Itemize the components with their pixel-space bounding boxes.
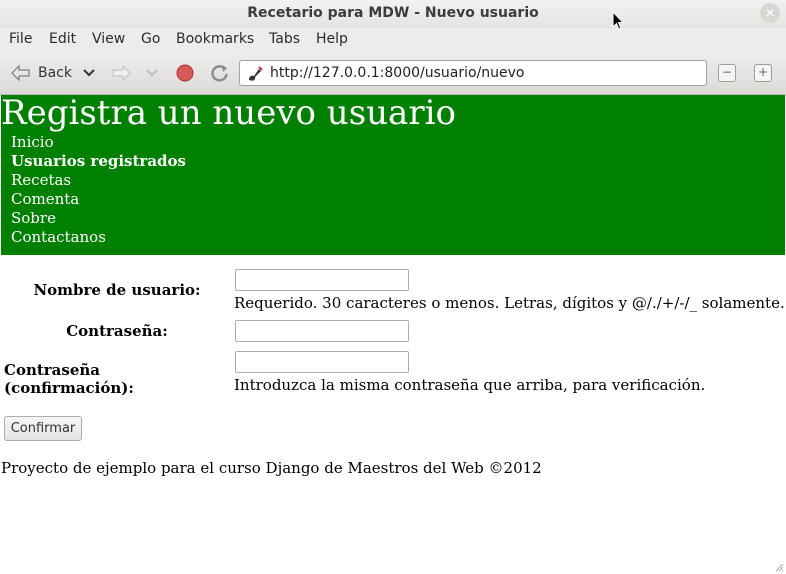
menu-go[interactable]: Go	[141, 31, 160, 47]
page-title: Registra un nuevo usuario	[1, 95, 456, 133]
nav-link-usuarios-registrados[interactable]: Usuarios registrados	[11, 152, 186, 171]
zoom-out-button[interactable]: −	[718, 64, 736, 82]
back-arrow-icon	[11, 64, 30, 82]
nav-link-recetas[interactable]: Recetas	[11, 171, 186, 190]
back-button[interactable]: Back	[10, 60, 72, 86]
username-label: Nombre de usuario:	[33, 281, 201, 299]
password-confirm-help-text: Introduzca la misma contraseña que arrib…	[234, 376, 706, 394]
menu-edit[interactable]: Edit	[49, 31, 76, 47]
nav-link-comenta[interactable]: Comenta	[11, 190, 186, 209]
reload-button[interactable]	[210, 60, 230, 86]
forward-button[interactable]	[110, 60, 132, 86]
nav-link-sobre[interactable]: Sobre	[11, 209, 186, 228]
menu-file[interactable]: File	[9, 31, 32, 47]
window-titlebar: Recetario para MDW - Nuevo usuario ✕	[0, 0, 786, 28]
reload-icon	[211, 65, 228, 82]
window-title: Recetario para MDW - Nuevo usuario	[247, 5, 539, 21]
stop-button[interactable]	[175, 60, 195, 86]
site-identity-icon	[249, 66, 263, 81]
site-nav: Inicio Usuarios registrados Recetas Come…	[11, 133, 186, 247]
forward-history-dropdown[interactable]	[146, 60, 158, 86]
page-content: Registra un nuevo usuario Inicio Usuario…	[1, 95, 785, 573]
username-help-text: Requerido. 30 caracteres o menos. Letras…	[234, 294, 785, 312]
chevron-down-icon	[146, 69, 158, 77]
menu-bookmarks[interactable]: Bookmarks	[176, 31, 254, 47]
site-header: Registra un nuevo usuario Inicio Usuario…	[1, 95, 785, 255]
password-label: Contraseña:	[66, 322, 168, 340]
zoom-in-button[interactable]: +	[754, 64, 772, 82]
address-bar[interactable]: http://127.0.0.1:8000/usuario/nuevo	[239, 60, 707, 86]
page-footer: Proyecto de ejemplo para el curso Django…	[1, 459, 542, 477]
chevron-down-icon	[83, 69, 95, 77]
forward-arrow-icon	[112, 64, 131, 82]
url-text: http://127.0.0.1:8000/usuario/nuevo	[270, 65, 525, 81]
password-confirm-input[interactable]	[235, 351, 409, 373]
password-input[interactable]	[235, 320, 409, 342]
nav-link-inicio[interactable]: Inicio	[11, 133, 186, 152]
menu-view[interactable]: View	[92, 31, 125, 47]
back-history-dropdown[interactable]	[83, 60, 95, 86]
nav-link-contactanos[interactable]: Contactanos	[11, 228, 186, 247]
menu-help[interactable]: Help	[316, 31, 348, 47]
menu-bar: File Edit View Go Bookmarks Tabs Help	[0, 28, 786, 52]
window-close-icon[interactable]: ✕	[760, 3, 780, 23]
username-input[interactable]	[235, 269, 409, 291]
menu-tabs[interactable]: Tabs	[269, 31, 300, 47]
stop-icon	[176, 64, 194, 82]
resize-grip-icon[interactable]	[774, 562, 784, 572]
back-button-label: Back	[38, 65, 72, 81]
confirm-button[interactable]: Confirmar	[4, 416, 82, 441]
password-confirm-label: Contraseña (confirmación):	[4, 361, 134, 397]
